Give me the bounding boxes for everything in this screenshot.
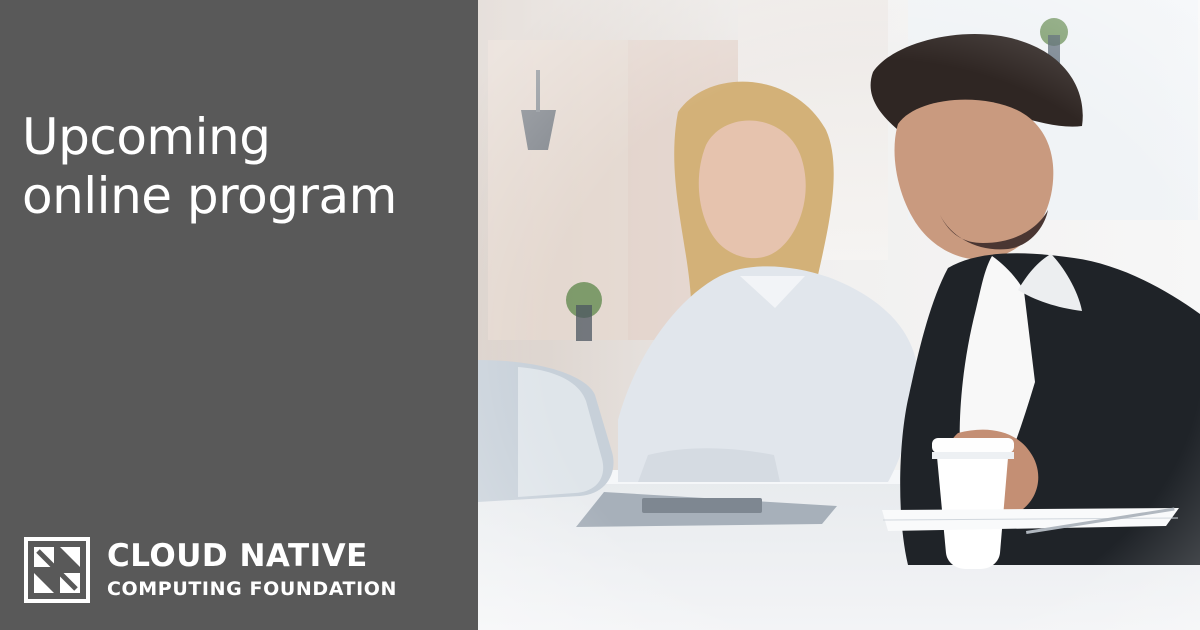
hero-photo-illustration — [478, 0, 1200, 630]
headline-line-2: online program — [22, 167, 397, 225]
left-panel: Upcoming online program CLOUD NATIVE COM… — [0, 0, 478, 630]
headline-line-1: Upcoming — [22, 108, 271, 166]
cncf-logo: CLOUD NATIVE COMPUTING FOUNDATION — [24, 537, 397, 603]
cncf-logo-icon — [24, 537, 90, 603]
headline: Upcoming online program — [22, 108, 397, 226]
logo-text: CLOUD NATIVE COMPUTING FOUNDATION — [107, 539, 397, 601]
hero-photo — [478, 0, 1200, 630]
logo-line-1: CLOUD NATIVE — [107, 538, 368, 574]
logo-line-2: COMPUTING FOUNDATION — [107, 578, 398, 600]
